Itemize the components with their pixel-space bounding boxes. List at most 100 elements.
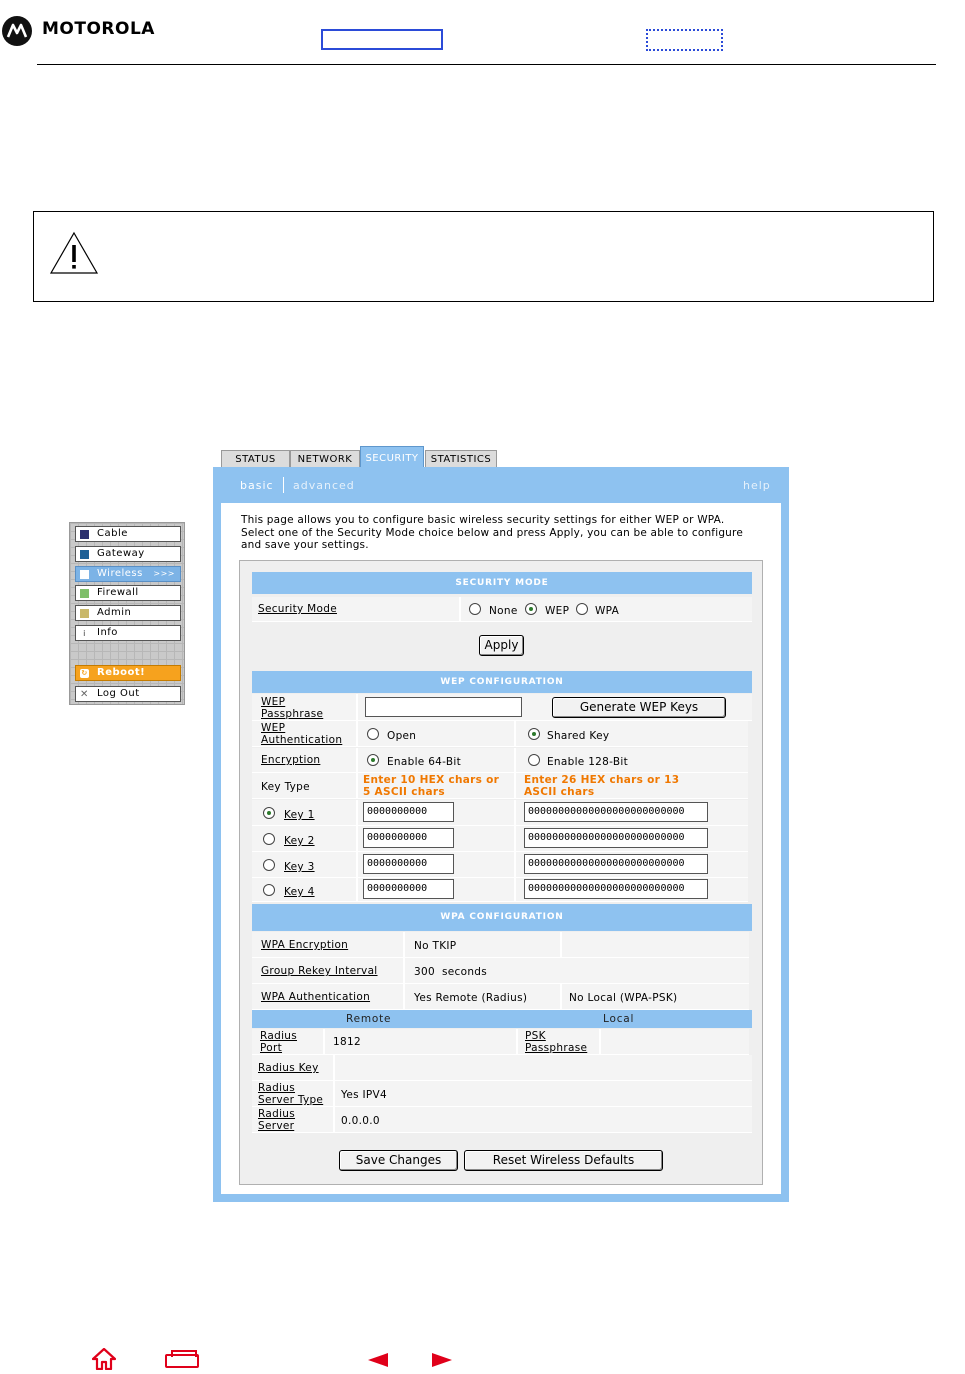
- key-row: Key 1 0000000000 00000000000000000000000…: [252, 800, 748, 826]
- gateway-icon: [80, 550, 89, 559]
- tab-status[interactable]: STATUS: [221, 450, 290, 467]
- radius-type-row: Radius Server Type Yes IPV4: [252, 1081, 752, 1107]
- radius-port-row: Radius Port 1812 PSK Passphrase: [252, 1029, 749, 1055]
- brand-name: MOTOROLA: [42, 19, 155, 39]
- radio-auth-shared[interactable]: [528, 728, 540, 740]
- psk-passphrase-label: PSK Passphrase: [525, 1030, 588, 1054]
- radius-server-label: Radius Server: [258, 1108, 296, 1132]
- radius-port-value[interactable]: 1812: [333, 1036, 361, 1048]
- nav-admin[interactable]: Admin: [75, 605, 181, 621]
- wpa-auth-remote[interactable]: Yes Remote (Radius): [414, 992, 527, 1004]
- rekey-row: Group Rekey Interval 300 seconds: [252, 958, 749, 984]
- key-3-64-input[interactable]: 0000000000: [363, 854, 454, 874]
- key-4-label: Key 4: [284, 886, 315, 898]
- wep-auth-row: WEP Authentication Open Shared Key: [252, 721, 748, 747]
- encryption-label: Encryption: [261, 754, 321, 766]
- nav-logout[interactable]: ✕ Log Out: [75, 686, 181, 702]
- intro-text: This page allows you to configure basic …: [241, 514, 743, 551]
- nav-wireless[interactable]: Wireless >>>: [75, 566, 181, 582]
- wpa-encryption-label: WPA Encryption: [261, 939, 349, 951]
- key-3-128-input[interactable]: 00000000000000000000000000: [524, 854, 708, 874]
- radio-key-4[interactable]: [263, 884, 275, 896]
- wep-auth-label: WEP Authentication: [261, 722, 343, 746]
- home-icon[interactable]: [91, 1347, 117, 1374]
- wpa-auth-local[interactable]: No Local (WPA-PSK): [569, 992, 677, 1004]
- key-row: Key 4 0000000000 00000000000000000000000…: [252, 878, 748, 902]
- radius-type-label: Radius Server Type: [258, 1082, 324, 1106]
- nav-firewall[interactable]: Firewall: [75, 585, 181, 601]
- key-type-row: Key Type Enter 10 HEX chars or 5 ASCII c…: [252, 773, 748, 799]
- firewall-icon: [80, 589, 89, 598]
- print-icon[interactable]: [165, 1350, 199, 1368]
- reset-wireless-defaults-button[interactable]: Reset Wireless Defaults: [464, 1150, 663, 1171]
- warning-icon: [49, 231, 99, 274]
- radius-server-value[interactable]: 0.0.0.0: [341, 1115, 380, 1127]
- key-1-128-input[interactable]: 00000000000000000000000000: [524, 802, 708, 822]
- radio-none-label: None: [489, 605, 518, 617]
- info-icon: i: [83, 629, 86, 638]
- wpa-encryption-row: WPA Encryption No TKIP: [252, 932, 749, 958]
- tab-statistics[interactable]: STATISTICS: [425, 450, 497, 467]
- rekey-unit: seconds: [442, 966, 488, 978]
- header-link-box-dotted[interactable]: [646, 29, 723, 51]
- previous-icon[interactable]: [368, 1353, 388, 1367]
- save-changes-button[interactable]: Save Changes: [339, 1150, 458, 1171]
- radio-auth-open-label: Open: [387, 730, 417, 742]
- radio-key-1[interactable]: [263, 807, 275, 819]
- subnav-advanced[interactable]: advanced: [293, 479, 355, 492]
- tab-network[interactable]: NETWORK: [290, 450, 360, 467]
- tab-security[interactable]: SECURITY: [360, 446, 424, 467]
- logout-icon: ✕: [80, 689, 89, 700]
- caution-box: [33, 211, 934, 302]
- generate-wep-keys-button[interactable]: Generate WEP Keys: [552, 697, 726, 718]
- key-row: Key 3 0000000000 00000000000000000000000…: [252, 852, 748, 878]
- security-mode-label: Security Mode: [258, 603, 337, 615]
- cable-icon: [80, 530, 89, 539]
- radio-key-2[interactable]: [263, 833, 275, 845]
- subnav-help[interactable]: help: [743, 479, 771, 492]
- nav-gateway[interactable]: Gateway: [75, 546, 181, 562]
- rekey-value[interactable]: 300: [414, 966, 435, 978]
- header-divider: [37, 64, 936, 65]
- key-2-label: Key 2: [284, 835, 315, 847]
- col-remote: Remote: [346, 1013, 392, 1025]
- wpa-config-header: WPA CONFIGURATION: [252, 904, 752, 931]
- nav-cable[interactable]: Cable: [75, 526, 181, 542]
- radio-enable-64[interactable]: [367, 754, 379, 766]
- radius-server-row: Radius Server 0.0.0.0: [252, 1107, 752, 1133]
- next-icon[interactable]: [432, 1353, 452, 1367]
- encryption-row: Encryption Enable 64-Bit Enable 128-Bit: [252, 748, 748, 773]
- key-2-64-input[interactable]: 0000000000: [363, 828, 454, 848]
- nav-reboot[interactable]: ↻ Reboot!: [75, 665, 181, 681]
- apply-button[interactable]: Apply: [479, 635, 524, 656]
- radio-key-3[interactable]: [263, 859, 275, 871]
- key-4-128-input[interactable]: 00000000000000000000000000: [524, 879, 708, 899]
- radio-wpa[interactable]: [576, 603, 588, 615]
- radio-wep-label: WEP: [545, 605, 570, 617]
- radio-wep[interactable]: [525, 603, 537, 615]
- wep-passphrase-input[interactable]: [365, 697, 522, 717]
- radio-none[interactable]: [469, 603, 481, 615]
- radius-key-label: Radius Key: [258, 1062, 319, 1074]
- wireless-icon: [80, 570, 89, 579]
- security-mode-row: Security Mode None WEP WPA: [252, 597, 752, 622]
- key-1-label: Key 1: [284, 809, 315, 821]
- chevron-right-icon: >>>: [153, 569, 175, 578]
- hint-128-bit: Enter 26 HEX chars or 13 ASCII chars: [524, 774, 680, 798]
- key-4-64-input[interactable]: 0000000000: [363, 879, 454, 899]
- remote-local-header: Remote Local: [252, 1010, 752, 1028]
- subnav-basic[interactable]: basic: [240, 479, 274, 492]
- nav-info[interactable]: i Info: [75, 625, 181, 641]
- key-1-64-input[interactable]: 0000000000: [363, 802, 454, 822]
- subnav-divider: [283, 477, 284, 493]
- radio-auth-open[interactable]: [367, 728, 379, 740]
- wep-config-header: WEP CONFIGURATION: [252, 671, 752, 693]
- wep-passphrase-row: WEP Passphrase Generate WEP Keys: [252, 694, 752, 721]
- side-navigation: Cable Gateway Wireless >>> Firewall Admi…: [69, 522, 185, 705]
- radio-enable-128[interactable]: [528, 754, 540, 766]
- wpa-encryption-value[interactable]: No TKIP: [414, 940, 456, 952]
- header-link-box[interactable]: [321, 29, 443, 50]
- key-2-128-input[interactable]: 00000000000000000000000000: [524, 828, 708, 848]
- radius-type-value[interactable]: Yes IPV4: [341, 1089, 387, 1101]
- security-mode-header: SECURITY MODE: [252, 572, 752, 594]
